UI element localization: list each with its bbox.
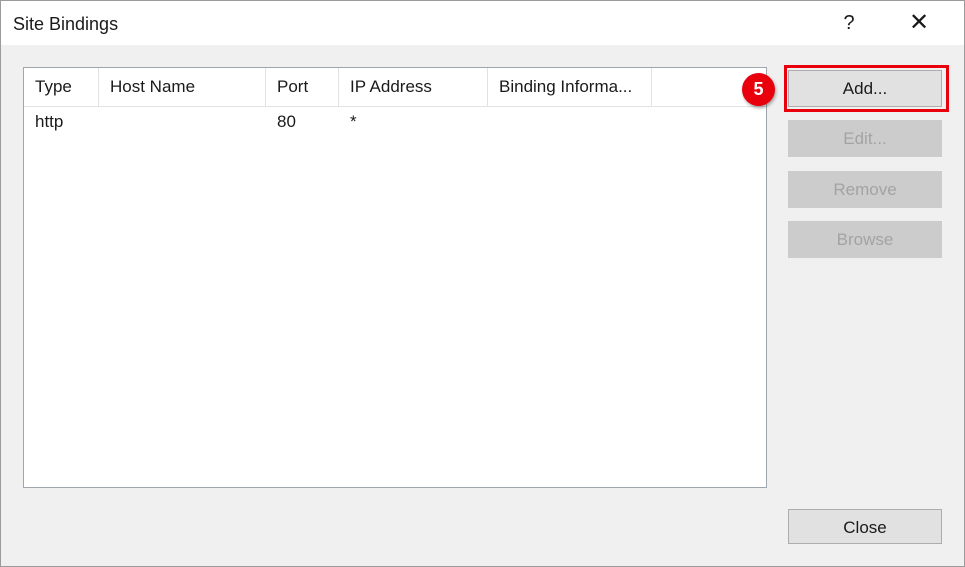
title-bar: Site Bindings ? ✕ xyxy=(1,1,964,45)
cell-ip-address: * xyxy=(339,107,488,139)
remove-button[interactable]: Remove xyxy=(788,171,942,208)
cell-port: 80 xyxy=(266,107,339,139)
question-mark-icon: ? xyxy=(843,12,855,34)
column-header-type[interactable]: Type xyxy=(24,68,99,106)
column-header-ip-address[interactable]: IP Address xyxy=(339,68,488,106)
column-header-port-label: Port xyxy=(277,77,309,96)
cell-port-value: 80 xyxy=(277,112,296,131)
close-window-button[interactable]: ✕ xyxy=(896,1,942,45)
add-button[interactable]: Add... xyxy=(788,70,942,107)
close-icon: ✕ xyxy=(908,9,930,36)
bindings-list-body: http 80 * xyxy=(24,107,766,139)
cell-host-name xyxy=(99,107,266,139)
edit-button[interactable]: Edit... xyxy=(788,120,942,157)
help-button[interactable]: ? xyxy=(826,1,872,45)
column-header-type-label: Type xyxy=(35,77,72,96)
bindings-list[interactable]: Type Host Name Port IP Address Binding I… xyxy=(23,67,767,488)
cell-type-value: http xyxy=(35,112,64,131)
browse-button[interactable]: Browse xyxy=(788,221,942,258)
dialog-title: Site Bindings xyxy=(13,14,119,34)
column-header-binding-information[interactable]: Binding Informa... xyxy=(488,68,652,106)
close-button[interactable]: Close xyxy=(788,509,942,544)
bindings-list-header: Type Host Name Port IP Address Binding I… xyxy=(24,68,766,107)
cell-ip-address-value: * xyxy=(350,112,357,131)
column-header-ip-address-label: IP Address xyxy=(350,77,432,96)
column-header-host-name[interactable]: Host Name xyxy=(99,68,266,106)
table-row[interactable]: http 80 * xyxy=(24,107,766,139)
site-bindings-dialog: Site Bindings ? ✕ Type Host Name Port IP… xyxy=(0,0,965,567)
column-header-host-name-label: Host Name xyxy=(110,77,196,96)
cell-binding-information xyxy=(488,107,652,139)
cell-type: http xyxy=(24,107,99,139)
column-header-binding-information-label: Binding Informa... xyxy=(499,77,633,96)
column-header-port[interactable]: Port xyxy=(266,68,339,106)
